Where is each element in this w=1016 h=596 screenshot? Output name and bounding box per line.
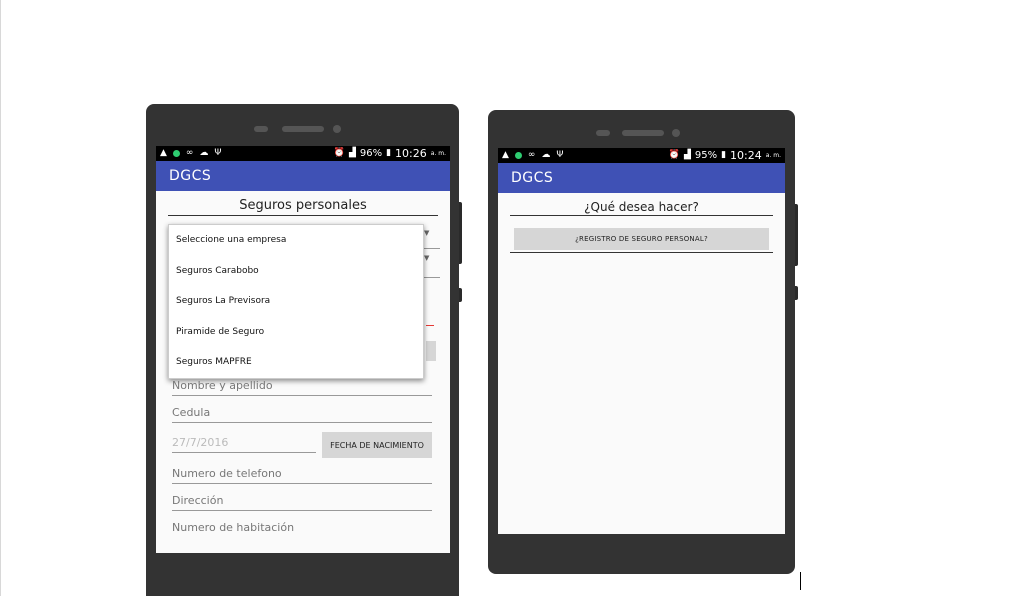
green-dot-icon (514, 152, 522, 159)
register-insurance-button[interactable]: ¿REGISTRO DE SEGURO PERSONAL? (514, 228, 769, 250)
clock-ampm: a. m. (430, 150, 446, 157)
usb-icon: Ψ (556, 150, 564, 160)
dropdown-option[interactable]: Seguros Carabobo (169, 256, 423, 287)
spinner-arrow-icon[interactable]: ▼ (424, 254, 429, 262)
section-title: Seguros personales (168, 191, 438, 216)
form-area: Seguros personales ▼ ▼ Seleccione una em… (156, 191, 450, 553)
divider (510, 252, 773, 253)
birthdate-button[interactable]: FECHA DE NACIMIENTO (322, 432, 432, 458)
room-field[interactable]: Numero de habitación (172, 521, 432, 537)
volume-button (459, 202, 462, 264)
company-dropdown[interactable]: Seleccione una empresa Seguros Carabobo … (168, 224, 424, 379)
voicemail-icon: ∞ (527, 150, 536, 160)
status-bar: ▲ ∞ ☁ Ψ ⏰ ▟ 95% ▮ 10:24 a. m. (498, 148, 785, 163)
app-bar: DGCS (156, 161, 450, 191)
app-title: DGCS (511, 170, 554, 186)
alarm-icon: ⏰ (333, 148, 345, 158)
phone-camera (672, 129, 680, 137)
question-title: ¿Qué desea hacer? (510, 193, 773, 216)
birthdate-field[interactable]: 27/7/2016 (172, 436, 316, 453)
dropdown-option[interactable]: Seguros MAPFRE (169, 347, 423, 378)
phone-sensor (596, 130, 610, 136)
dropdown-option[interactable]: Seleccione una empresa (169, 225, 423, 256)
page-edge-line (0, 0, 1, 596)
text-cursor (800, 572, 801, 590)
usb-icon: Ψ (214, 148, 222, 158)
green-dot-icon (172, 150, 180, 157)
name-field[interactable]: Nombre y apellido (172, 379, 432, 396)
clock-ampm: a. m. (765, 152, 781, 159)
power-button (459, 288, 462, 302)
battery-icon: ▮ (386, 148, 392, 158)
phone-speaker (282, 126, 324, 132)
warning-icon: ▲ (502, 150, 509, 160)
signal-icon: ▟ (683, 150, 691, 160)
cloud-icon: ☁ (199, 148, 209, 158)
app-title: DGCS (169, 168, 212, 184)
cloud-icon: ☁ (541, 150, 551, 160)
spinner-arrow-icon[interactable]: ▼ (424, 229, 429, 237)
battery-percent: 95% (694, 150, 718, 161)
signal-icon: ▟ (348, 148, 356, 158)
clock: 10:26 (395, 147, 427, 160)
hidden-button[interactable] (426, 341, 436, 361)
app-bar: DGCS (498, 163, 785, 193)
voicemail-icon: ∞ (185, 148, 194, 158)
dropdown-option[interactable]: Piramide de Seguro (169, 317, 423, 348)
error-underline (426, 325, 434, 326)
alarm-icon: ⏰ (668, 150, 680, 160)
volume-button (795, 204, 798, 266)
clock: 10:24 (730, 149, 762, 162)
phone-sensor (254, 126, 268, 132)
dropdown-option[interactable]: Seguros La Previsora (169, 286, 423, 317)
screen-left: ▲ ∞ ☁ Ψ ⏰ ▟ 96% ▮ 10:26 a. m. DGCS Segur… (156, 146, 450, 553)
phone-right: ▲ ∞ ☁ Ψ ⏰ ▟ 95% ▮ 10:24 a. m. DGCS ¿Qué … (488, 110, 798, 574)
power-button (795, 286, 798, 300)
phone-speaker (622, 130, 664, 136)
battery-icon: ▮ (721, 150, 727, 160)
battery-percent: 96% (359, 148, 383, 159)
address-field[interactable]: Dirección (172, 494, 432, 511)
phone-left: ▲ ∞ ☁ Ψ ⏰ ▟ 96% ▮ 10:26 a. m. DGCS Segur… (146, 104, 462, 596)
warning-icon: ▲ (160, 148, 167, 158)
screen-right: ▲ ∞ ☁ Ψ ⏰ ▟ 95% ▮ 10:24 a. m. DGCS ¿Qué … (498, 148, 785, 534)
phone-field[interactable]: Numero de telefono (172, 467, 432, 484)
phone-camera (333, 125, 341, 133)
cedula-field[interactable]: Cedula (172, 406, 432, 423)
status-bar: ▲ ∞ ☁ Ψ ⏰ ▟ 96% ▮ 10:26 a. m. (156, 146, 450, 161)
